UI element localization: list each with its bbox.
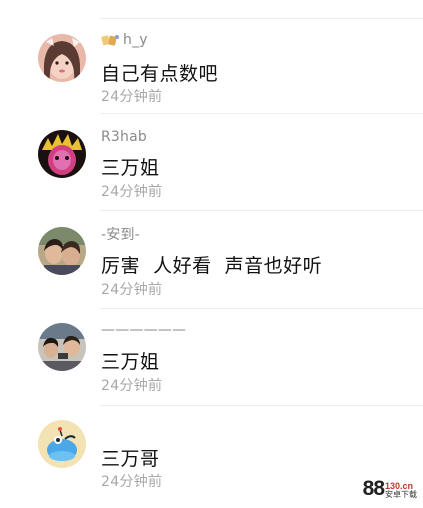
avatar[interactable] <box>38 420 86 468</box>
username[interactable]: h_y <box>123 32 148 48</box>
comment-time: 24分钟前 <box>101 378 163 394</box>
top-divider <box>100 18 423 19</box>
divider <box>100 405 423 406</box>
comment-time: 24分钟前 <box>101 184 163 200</box>
avatar-neon-face-icon <box>38 130 86 178</box>
comment-item[interactable]: h_y 自己有点数吧 24分钟前 <box>0 23 423 120</box>
avatar-group-photo-icon <box>38 323 86 371</box>
avatar[interactable] <box>38 130 86 178</box>
avatar[interactable] <box>38 34 86 82</box>
user-badge-icon <box>101 33 121 47</box>
username-row: h_y <box>101 31 148 49</box>
watermark-caption: 安卓下载 <box>385 490 417 499</box>
username-row: R3hab <box>101 128 147 146</box>
username[interactable]: -安到- <box>101 224 140 244</box>
comment-text: 厉害 人好看 声音也好听 <box>101 255 323 277</box>
comment-text: 自己有点数吧 <box>101 63 219 85</box>
site-watermark: 88 130.cn 安卓下载 <box>363 478 417 499</box>
avatar-couple-photo-icon <box>38 227 86 275</box>
comment-item[interactable]: -安到- 厉害 人好看 声音也好听 24分钟前 <box>0 217 423 314</box>
watermark-text: 130.cn 安卓下载 <box>385 482 417 499</box>
comment-text: 三万哥 <box>101 448 160 470</box>
comment-item[interactable]: R3hab 三万姐 24分钟前 <box>0 120 423 217</box>
divider <box>100 308 423 309</box>
username[interactable]: —————— <box>101 322 186 338</box>
comment-list: h_y 自己有点数吧 24分钟前 R3hab 三万姐 24分钟前 -安到- 厉害… <box>0 0 423 503</box>
username-row: —————— <box>101 321 186 339</box>
comment-text: 三万姐 <box>101 157 160 179</box>
comment-item[interactable]: —————— 三万姐 24分钟前 <box>0 314 423 411</box>
avatar-cartoon-icon <box>38 420 86 468</box>
username-row: -安到- <box>101 225 140 243</box>
avatar-girl-photo-icon <box>38 34 86 82</box>
divider <box>100 210 423 211</box>
comment-time: 24分钟前 <box>101 474 163 490</box>
comment-time: 24分钟前 <box>101 282 163 298</box>
comment-time: 24分钟前 <box>101 89 163 105</box>
avatar[interactable] <box>38 323 86 371</box>
username[interactable]: R3hab <box>101 129 147 145</box>
watermark-number: 88 <box>362 477 385 500</box>
divider <box>100 113 423 114</box>
comment-item[interactable]: 三万哥 24分钟前 <box>0 411 423 508</box>
avatar[interactable] <box>38 227 86 275</box>
comment-text: 三万姐 <box>101 351 160 373</box>
